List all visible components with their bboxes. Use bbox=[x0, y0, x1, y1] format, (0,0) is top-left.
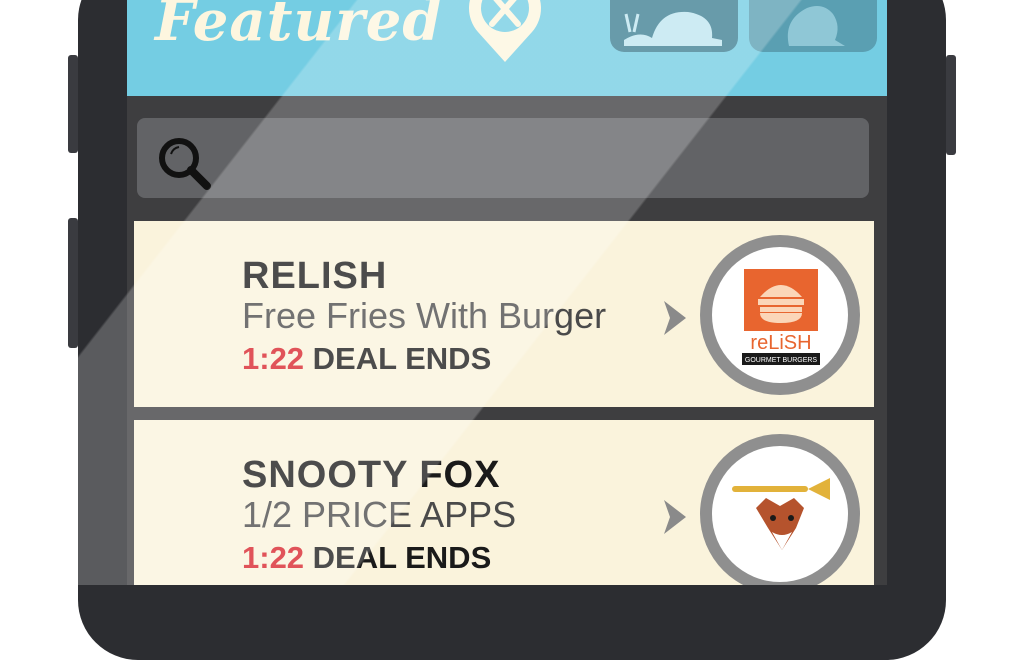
deal-ends-label: DEAL ENDS bbox=[312, 341, 492, 376]
power-button bbox=[946, 55, 956, 155]
deal-name: SNOOTY FOX bbox=[242, 454, 501, 496]
deal-time: 1:22 bbox=[242, 540, 305, 575]
snail-icon bbox=[624, 11, 722, 46]
search-input[interactable] bbox=[137, 118, 869, 198]
page-title: Featured bbox=[155, 0, 443, 54]
deal-name: RELISH bbox=[242, 255, 388, 297]
deal-offer: Free Fries With Burger bbox=[242, 295, 607, 336]
map-pin-icon[interactable] bbox=[462, 0, 548, 62]
deal-countdown: 1:22 DEAL ENDS bbox=[242, 540, 491, 576]
chevron-right-icon[interactable] bbox=[664, 301, 686, 335]
relish-logo-wordmark: reLiSH bbox=[750, 332, 811, 354]
relish-logo: reLiSH GOURMET BURGERS bbox=[742, 269, 820, 365]
volume-up-button bbox=[68, 55, 78, 153]
search-icon bbox=[159, 138, 211, 190]
deal-card-snooty-fox[interactable]: SNOOTY FOX 1/2 PRICE APPS 1:22 DEAL ENDS bbox=[134, 420, 874, 585]
category-button-seal[interactable] bbox=[749, 0, 877, 52]
search-section bbox=[127, 96, 887, 212]
deal-countdown: 1:22 DEAL ENDS bbox=[242, 341, 491, 377]
chevron-right-icon[interactable] bbox=[664, 500, 686, 534]
restaurant-logo-snooty-fox bbox=[700, 434, 860, 585]
volume-down-button bbox=[68, 218, 78, 348]
app-screen: Featured RELISH Free Fries With Burger 1… bbox=[127, 0, 887, 585]
relish-logo-tagline: GOURMET BURGERS bbox=[745, 357, 818, 364]
deal-time: 1:22 bbox=[242, 341, 305, 376]
header-bar: Featured bbox=[127, 0, 887, 96]
deal-card-relish[interactable]: RELISH Free Fries With Burger 1:22 DEAL … bbox=[134, 221, 874, 407]
deal-ends-label: DEAL ENDS bbox=[312, 540, 492, 575]
category-button-snail[interactable] bbox=[610, 0, 738, 52]
seal-icon bbox=[787, 6, 845, 46]
deal-offer: 1/2 PRICE APPS bbox=[242, 494, 517, 535]
restaurant-logo-relish: reLiSH GOURMET BURGERS bbox=[700, 235, 860, 395]
fox-with-horn-icon bbox=[732, 478, 830, 550]
